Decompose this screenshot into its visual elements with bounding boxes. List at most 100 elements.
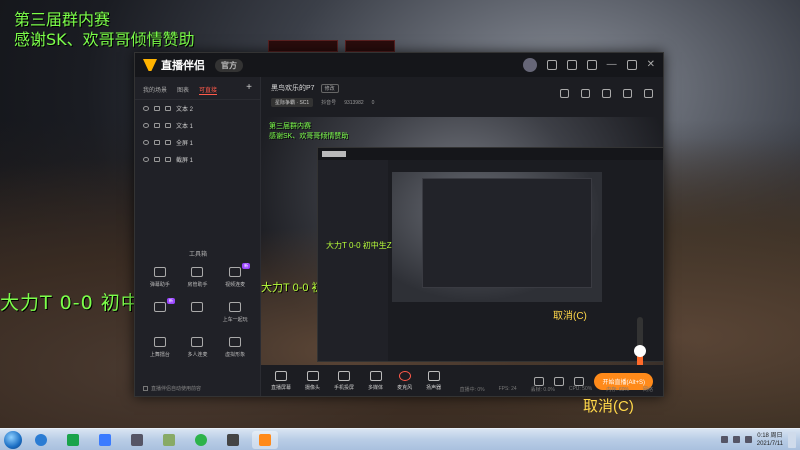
tool-multi-link[interactable]: 多人连麦 (179, 337, 217, 358)
taskbar-app-game[interactable] (124, 431, 150, 449)
taskbar-app-wechat[interactable] (188, 431, 214, 449)
tab-my-scenes[interactable]: 我的场景 (143, 85, 167, 95)
cancel-label-small: 取消(C) (553, 311, 587, 322)
danmaku-icon (153, 267, 166, 277)
tool-room-admin[interactable]: 房管助手 (179, 267, 217, 288)
lock-icon[interactable] (581, 89, 590, 98)
tool-gift[interactable] (179, 302, 217, 323)
lock-icon[interactable] (154, 106, 160, 111)
scene-tabs: 我的场景 图表 可直接 + (135, 77, 260, 100)
download-icon (191, 337, 204, 347)
taskbar-app-ie[interactable] (28, 431, 54, 449)
taskbar-app-media[interactable] (60, 431, 86, 449)
settings-icon[interactable] (586, 60, 597, 70)
text-icon (165, 106, 171, 111)
app-name: 直播伴侣 (161, 60, 205, 72)
speaker-volume-slider[interactable] (634, 317, 646, 365)
start-button[interactable] (4, 430, 22, 449)
nested-left-panel (318, 160, 388, 361)
lock-icon[interactable] (154, 123, 160, 128)
avatar[interactable] (522, 58, 537, 72)
tab-charts[interactable]: 图表 (177, 85, 189, 95)
lock-icon[interactable] (154, 140, 160, 145)
layer-item[interactable]: 文本 2 (135, 100, 260, 117)
taskbar-app-tool[interactable] (156, 431, 182, 449)
tool-play-together[interactable]: 上车一起玩 (216, 302, 254, 323)
browser-icon (35, 433, 47, 446)
status-item: 网络 (642, 386, 653, 393)
add-source-icon[interactable]: + (246, 83, 252, 95)
tool-video-link[interactable]: 新视频连麦 (216, 263, 254, 288)
room-meta: 星际争霸 · SC1 抖音号 9313982 0 (271, 98, 653, 107)
tool-label: 视频连麦 (225, 282, 246, 288)
record-icon[interactable] (560, 89, 569, 98)
clock-date: 2021/7/11 (756, 440, 783, 447)
new-badge: 新 (166, 298, 175, 304)
eye-icon[interactable] (143, 140, 149, 145)
tool-avatar[interactable]: 虚拟形象 (216, 337, 254, 358)
status-bar: 直播中: 0% FPS: 24 丢帧: 0.0% CPU: 50% 内存: 60… (261, 382, 663, 396)
tool-pk[interactable]: 新 (141, 298, 179, 323)
status-item: 直播中: 0% (459, 386, 485, 393)
show-desktop-button[interactable] (788, 431, 796, 448)
taskbar-app-streaming[interactable] (252, 430, 278, 449)
admin-icon (191, 267, 204, 277)
volume-handle[interactable] (634, 345, 646, 357)
skin-icon[interactable] (566, 60, 577, 70)
gift-icon (191, 302, 204, 312)
text-icon (165, 123, 171, 128)
eye-icon[interactable] (143, 106, 149, 111)
screenshot-icon (165, 157, 171, 162)
taskbar-app-feishu[interactable] (92, 431, 118, 449)
clock-time: 0:18 周日 (757, 432, 783, 439)
windows-taskbar: 0:18 周日 2021/7/11 (0, 428, 800, 450)
minimize-icon[interactable]: — (607, 60, 617, 70)
tool-label: 多人连麦 (187, 352, 208, 358)
video-icon (227, 433, 239, 446)
edit-title-button[interactable]: 修改 (320, 83, 339, 93)
pk-icon: 新 (153, 298, 175, 312)
clock[interactable]: 0:18 周日 2021/7/11 (757, 432, 783, 448)
eye-icon[interactable] (143, 123, 149, 128)
tool-danmaku[interactable]: 弹幕助手 (141, 267, 179, 288)
volume-icon[interactable] (744, 436, 752, 443)
checkbox[interactable] (143, 386, 148, 391)
version-pill[interactable]: 官方 (215, 58, 243, 72)
tool-icon (163, 433, 175, 446)
layer-item[interactable]: 截屏 1 (135, 151, 260, 168)
layer-label: 全屏 1 (176, 141, 194, 147)
message-icon[interactable] (546, 60, 557, 70)
room-tools (560, 89, 653, 98)
toolbox-title: 工具箱 (188, 252, 207, 258)
lock-icon[interactable] (154, 157, 160, 162)
layer-item[interactable]: 全屏 1 (135, 134, 260, 151)
nested-app-capture: 大力T 0-0 初中生Z (317, 147, 663, 362)
background-window-fragment (268, 40, 338, 52)
taskbar-app-video[interactable] (220, 431, 246, 449)
streaming-app-icon (259, 433, 271, 446)
share-icon[interactable] (644, 89, 653, 98)
game-category[interactable]: 星际争霸 · SC1 (271, 98, 314, 107)
bell-icon[interactable] (623, 89, 632, 98)
nested-title-bar (318, 148, 663, 160)
network-icon[interactable] (732, 436, 740, 443)
tab-direct[interactable]: 可直接 (199, 85, 218, 95)
status-item: CPU: 50% (568, 386, 593, 392)
account-label: 抖音号 (321, 100, 337, 106)
stream-preview: 第三届群内赛 感谢SK、欢哥哥倾情赞助 大力T 0-0 初中生Z 大力T 0-0… (261, 117, 663, 365)
cancel-label[interactable]: 取消(C) (583, 395, 634, 416)
close-icon[interactable]: ✕ (647, 60, 655, 70)
tool-stage[interactable]: 上舞擂台 (141, 337, 179, 358)
eye-icon[interactable] (143, 157, 149, 162)
mobile-icon[interactable] (602, 89, 611, 98)
maximize-icon[interactable] (626, 60, 637, 70)
tool-label: 房管助手 (187, 282, 208, 288)
tool-label: 虚拟形象 (225, 352, 246, 358)
auto-start-option[interactable]: 直播伴侣自动使用前容 (143, 385, 201, 392)
play-icon (369, 371, 382, 381)
live-area: 黑鸟欢乐的P7 修改 星际争霸 · SC1 抖音号 9313982 0 第三届群… (261, 77, 663, 396)
layer-item[interactable]: 文本 1 (135, 117, 260, 134)
nested-overlay-score: 大力T 0-0 初中生Z (326, 241, 392, 250)
background-window-fragment-2 (345, 40, 395, 52)
tray-icon[interactable] (720, 436, 728, 443)
